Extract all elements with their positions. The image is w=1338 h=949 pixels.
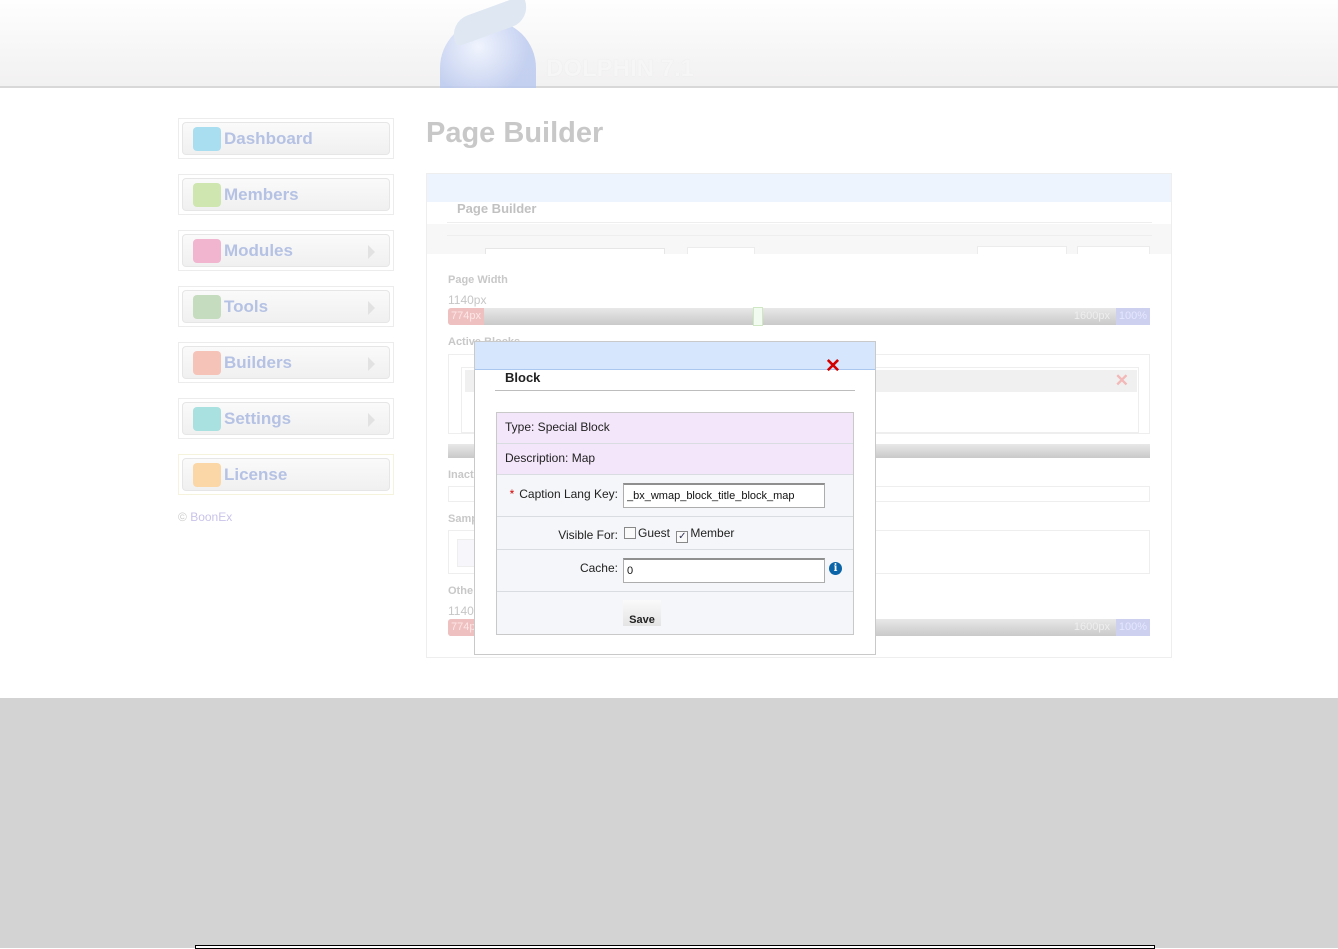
info-icon[interactable]: i — [829, 562, 842, 575]
sidebar-item-body: License — [182, 458, 390, 491]
caption-lang-key-input[interactable] — [623, 483, 825, 508]
guest-checkbox[interactable] — [624, 527, 636, 539]
visible-options: Guest ✓ Member — [624, 526, 734, 543]
page-select[interactable] — [485, 248, 665, 254]
copyright: © BoonEx — [178, 510, 232, 524]
slider-percent[interactable]: 100% — [1115, 308, 1150, 325]
remove-block-icon[interactable]: ✕ — [1115, 371, 1129, 391]
toolbar-button[interactable] — [687, 247, 755, 254]
sidebar-item-label: Dashboard — [224, 129, 313, 148]
gears-icon — [193, 407, 221, 431]
sidebar-item-modules[interactable]: Modules — [178, 230, 394, 271]
sidebar-item-body: Builders — [182, 346, 390, 379]
toolbar-button[interactable] — [977, 246, 1067, 254]
slider-min: 774px — [448, 308, 484, 325]
footer-area — [0, 698, 1338, 948]
visible-for-row: Visible For: Guest ✓ Member — [497, 517, 853, 550]
toolbar — [427, 224, 1171, 254]
slider-handle[interactable] — [753, 307, 763, 326]
site-header: DOLPHIN 7.1 — [0, 0, 1338, 88]
dialog-drag-bar[interactable] — [475, 342, 875, 370]
cache-input[interactable] — [623, 558, 825, 583]
sidebar-item-label: Members — [224, 185, 299, 204]
save-row: Save — [497, 592, 853, 634]
sidebar-item-body: Dashboard — [182, 122, 390, 155]
page-width-value: 1140px — [448, 293, 487, 307]
sidebar-item-label: Builders — [224, 353, 293, 372]
chevron-right-icon — [368, 301, 375, 315]
logo-text: DOLPHIN 7.1 — [546, 55, 695, 82]
member-label: Member — [690, 526, 735, 540]
sidebar-item-label: Tools — [224, 297, 269, 316]
sidebar-item-license[interactable]: License — [178, 454, 394, 495]
toolbar-button[interactable] — [1077, 246, 1150, 254]
sidebar-item-dashboard[interactable]: Dashboard — [178, 118, 394, 159]
sidebar-item-tools[interactable]: Tools — [178, 286, 394, 327]
caption-row: * Caption Lang Key: — [497, 475, 853, 517]
sidebar-item-members[interactable]: Members — [178, 174, 394, 215]
sidebar-item-body: Modules — [182, 234, 390, 267]
members-icon — [193, 183, 221, 207]
page-width-label: Page Width — [448, 274, 508, 286]
sidebar-item-body: Tools — [182, 290, 390, 323]
guest-label: Guest — [638, 526, 671, 540]
sidebar-item-label: Settings — [224, 409, 292, 428]
divider — [495, 390, 855, 391]
caption-label: * Caption Lang Key: — [510, 487, 618, 501]
save-button[interactable]: Save — [623, 600, 661, 626]
chevron-right-icon — [368, 413, 375, 427]
inactive-blocks-label: Inact — [448, 469, 474, 481]
builders-icon — [193, 351, 221, 375]
member-checkbox[interactable]: ✓ — [676, 531, 689, 543]
chevron-right-icon — [368, 245, 375, 259]
sidebar-item-label: License — [224, 465, 288, 484]
dialog-title: Block — [505, 370, 541, 385]
close-icon[interactable]: ✕ — [825, 357, 841, 376]
chevron-right-icon — [368, 357, 375, 371]
sidebar-item-label: Modules — [224, 241, 293, 260]
sidebar-item-body: Settings — [182, 402, 390, 435]
sidebar-item-body: Members — [182, 178, 390, 211]
block-form: Type: Special Block Description: Map * Ca… — [496, 412, 854, 635]
sidebar-item-builders[interactable]: Builders — [178, 342, 394, 383]
page-title: Page Builder — [426, 117, 604, 149]
bottom-bar — [195, 945, 1155, 949]
cache-row: Cache: i — [497, 550, 853, 592]
dashboard-icon — [193, 127, 221, 151]
block-type: Type: Special Block — [497, 413, 853, 444]
visible-for-label: Visible For: — [558, 528, 618, 542]
divider — [447, 222, 1152, 223]
key-icon — [193, 463, 221, 487]
cache-label: Cache: — [579, 561, 618, 575]
other-width-value: 1140 — [448, 604, 474, 618]
required-marker: * — [509, 487, 515, 501]
page-width-slider[interactable]: 774px 1600px 100% — [448, 307, 1150, 326]
boonex-link[interactable]: BoonEx — [190, 510, 232, 524]
panel-header-bar — [427, 174, 1171, 202]
sidebar-item-settings[interactable]: Settings — [178, 398, 394, 439]
slider-max: 1600px — [1073, 310, 1110, 322]
caption-label-text: Caption Lang Key: — [519, 487, 618, 501]
modules-icon — [193, 239, 221, 263]
copyright-symbol: © — [178, 510, 187, 524]
divider — [447, 235, 1152, 236]
slider-percent[interactable]: 100% — [1115, 619, 1150, 636]
wrench-icon — [193, 295, 221, 319]
block-description: Description: Map — [497, 444, 853, 475]
other-label: Othe — [448, 585, 474, 597]
block-dialog: Block ✕ Type: Special Block Description:… — [474, 341, 876, 655]
panel-title: Page Builder — [457, 201, 537, 216]
slider-max: 1600px — [1073, 621, 1110, 633]
